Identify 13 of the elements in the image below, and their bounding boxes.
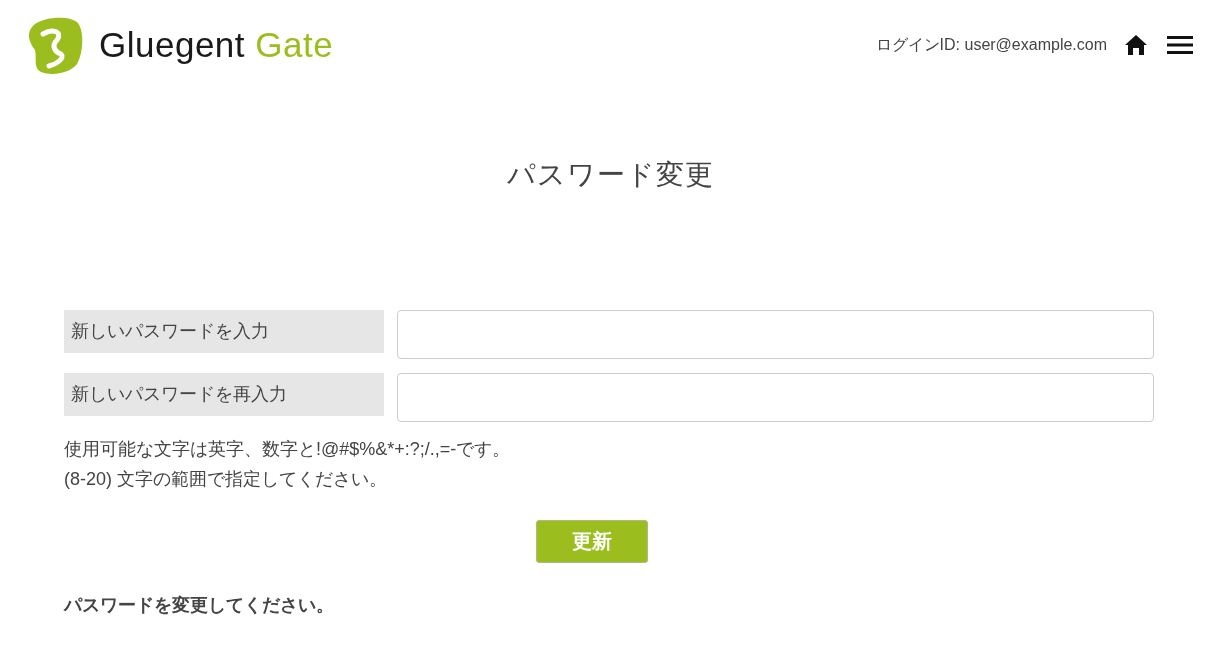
hint-text: (8-20) 文字の範囲で指定してください。: [64, 468, 388, 491]
update-button[interactable]: 更新: [535, 520, 648, 563]
password-field[interactable]: [397, 373, 1154, 422]
password-field[interactable]: [397, 310, 1154, 359]
home-icon[interactable]: [1124, 34, 1148, 56]
status-message: パスワードを変更してください。: [64, 594, 335, 617]
field-label: 新しいパスワードを入力: [64, 310, 384, 353]
page-title: パスワード変更: [506, 158, 715, 192]
menu-icon[interactable]: [1167, 36, 1193, 54]
hint-text: 使用可能な文字は英字、数字と!@#$%&*+:?;/.,=-です。: [64, 438, 512, 461]
login-id-text: ログインID: user@example.com: [875, 34, 1107, 55]
logo-wordmark: Gluegent Gate: [99, 25, 334, 65]
field-label: 新しいパスワードを再入力: [64, 373, 384, 416]
